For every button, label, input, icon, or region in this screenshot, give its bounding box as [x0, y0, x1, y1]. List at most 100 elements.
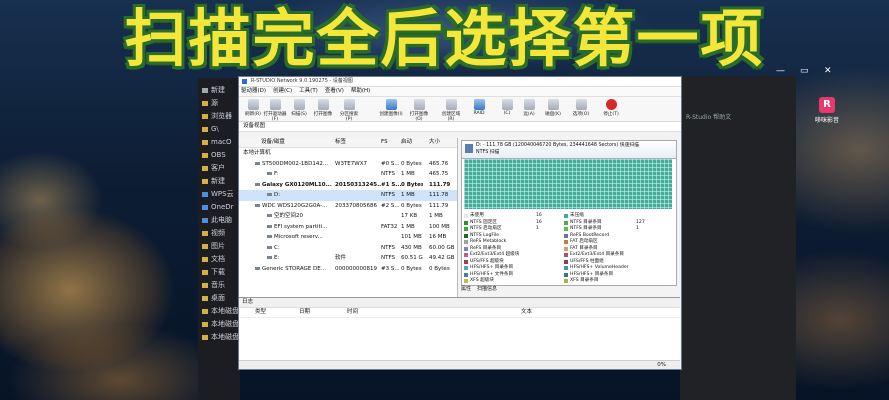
- player-app-icon: R: [819, 97, 835, 113]
- table-cell: #1 S...: [381, 181, 402, 188]
- drive-icon: [267, 224, 272, 228]
- table-row[interactable]: F: NTFS 1 MB 465.75: [239, 169, 457, 180]
- raid-icon: [473, 99, 485, 110]
- open-image-icon: [317, 99, 329, 110]
- desktop-icon-label: 哆咪影音: [814, 117, 839, 124]
- table-cell: NTFS: [381, 192, 396, 198]
- log-column-header[interactable]: 文本: [521, 308, 532, 317]
- column-header[interactable]: 标签: [335, 138, 346, 147]
- table-row[interactable]: 本地计算机: [239, 148, 457, 159]
- toolbar-button[interactable]: 打开图像: [311, 99, 335, 117]
- table-row[interactable]: ST500DM002-1BD142... W3TE7WX7 #0 S... 0 Byt…: [239, 159, 457, 170]
- app-titlebar[interactable]: R-STUDIO Network 9.0.190275 - 设备视图: [239, 77, 681, 87]
- table-cell: NTFS: [381, 171, 396, 177]
- help-window-title: R-Studio 帮助文: [686, 114, 732, 121]
- menu-item[interactable]: 创建(C): [273, 88, 292, 94]
- device-name-cell: WDC WDS120G2G0A-...: [255, 201, 337, 212]
- sidebar-item[interactable]: 浏览器: [198, 110, 240, 123]
- sidebar-item[interactable]: 文档: [198, 253, 240, 266]
- sidebar-item[interactable]: WPS云: [198, 188, 240, 201]
- log-column-header[interactable]: 日期: [299, 308, 310, 317]
- app-title: R-STUDIO Network 9.0.190275 - 设备视图: [251, 78, 353, 84]
- toolbar-button[interactable]: 创建区域(R): [439, 99, 463, 122]
- connect-icon: [501, 99, 513, 110]
- sidebar-item[interactable]: 桌面: [198, 292, 240, 305]
- table-cell: 60.00 GB: [429, 244, 455, 251]
- desktop-icon-player[interactable]: R 哆咪影音: [813, 97, 841, 124]
- menu-item[interactable]: 工具(T): [299, 88, 318, 94]
- sidebar-item[interactable]: G\: [198, 123, 240, 136]
- sidebar-item[interactable]: 本地磁盘: [198, 331, 240, 344]
- toolbar-button[interactable]: 刷新(R): [241, 99, 265, 117]
- toolbar-button[interactable]: 打开驱动器(F): [263, 99, 287, 122]
- sidebar-item[interactable]: 视频: [198, 227, 240, 240]
- toolbar-button[interactable]: 创建图像(I): [379, 99, 403, 117]
- table-row[interactable]: EFI system partiti... FAT32 1 MB 100 MB: [239, 222, 457, 233]
- menu-item[interactable]: 查看(V): [325, 88, 344, 94]
- sidebar-item[interactable]: 下载: [198, 266, 240, 279]
- table-cell: 1 MB: [401, 223, 415, 230]
- table-row[interactable]: D: NTFS 1 MB 111.78: [239, 190, 457, 201]
- sidebar-item[interactable]: 新建: [198, 175, 240, 188]
- table-row[interactable]: C: NTFS 430 MB 60.00 GB: [239, 243, 457, 254]
- folder-icon: [202, 100, 208, 106]
- disk-sector-map[interactable]: [464, 159, 672, 209]
- column-header[interactable]: 大小: [429, 138, 440, 147]
- folder-icon: [202, 243, 208, 249]
- legend-row: XFS 超级块 XFS 目录条目: [464, 278, 674, 285]
- help-window[interactable]: R-Studio 帮助文: [680, 76, 796, 400]
- table-cell: 430 MB: [401, 244, 422, 251]
- toolbar-button[interactable]: 磁盘(K): [541, 99, 565, 117]
- table-cell: #3 S...: [381, 265, 400, 272]
- column-header[interactable]: 启动: [401, 138, 412, 147]
- folder-icon: [202, 113, 208, 119]
- toolbar-button[interactable]: 远(A): [517, 99, 541, 117]
- open-drive-icon: [269, 99, 281, 110]
- toolbar-button[interactable]: 打开图像(O): [407, 99, 431, 122]
- table-cell: 0 Bytes: [401, 202, 422, 209]
- folder-icon: [202, 256, 208, 262]
- menu-item[interactable]: 帮助(H): [351, 88, 370, 94]
- device-name-cell: Galaxy GX0120ML10...: [255, 180, 337, 191]
- table-row[interactable]: E:软件 NTFS 60.51 GB 49.42 GB: [239, 253, 457, 264]
- sidebar-item[interactable]: OBS: [198, 149, 240, 162]
- sidebar-item[interactable]: OneDr: [198, 201, 240, 214]
- toolbar-button[interactable]: (C): [495, 99, 519, 116]
- table-row[interactable]: Galaxy GX0120ML10... 20150313245... #1 S..…: [239, 180, 457, 191]
- table-row[interactable]: 空的空间20 17 KB 1 MB: [239, 211, 457, 222]
- table-row[interactable]: WDC WDS120G2G0A-... 203370805686 #2 S... 0 …: [239, 201, 457, 212]
- toolbar-button[interactable]: 选项(O): [569, 99, 593, 117]
- toolbar-button[interactable]: RAID: [467, 99, 491, 116]
- drive-icon: [267, 235, 272, 238]
- toolbar-button[interactable]: 停止(T): [599, 99, 623, 117]
- table-row[interactable]: Microsoft reserv... 101 MB 16 MB: [239, 232, 457, 243]
- toolbar-button[interactable]: 分区搜索(P): [337, 99, 361, 122]
- sidebar-item[interactable]: 源: [198, 97, 240, 110]
- sidebar-item[interactable]: 客户: [198, 162, 240, 175]
- sidebar-item[interactable]: 此电脑: [198, 214, 240, 227]
- sidebar-item[interactable]: 音乐: [198, 279, 240, 292]
- legend-label: XFS 超级块: [470, 278, 494, 283]
- folder-icon: [202, 191, 208, 197]
- tab[interactable]: 属性: [461, 286, 471, 292]
- sidebar-new-button[interactable]: 新建: [198, 84, 240, 97]
- sidebar-item[interactable]: 图片: [198, 240, 240, 253]
- disk-header-line2: NTFS 扫描: [476, 150, 500, 155]
- tab[interactable]: 扫描信息: [477, 286, 497, 292]
- table-row[interactable]: Generic STORAGE DE... 000000000819 #3 S...…: [239, 264, 457, 275]
- legend-swatch: [564, 240, 568, 244]
- sidebar-item[interactable]: macO: [198, 136, 240, 149]
- toolbar-button[interactable]: 扫描(S): [287, 99, 311, 117]
- log-column-header[interactable]: 类型: [255, 308, 266, 317]
- table-cell: 465.76: [429, 160, 449, 167]
- device-tree: 设备/磁盘 标签 FS 启动 大小 本地计算机 ST500DM002-1BD142... W…: [239, 138, 458, 298]
- sidebar-item[interactable]: 本地磁盘 (D:): [198, 318, 240, 331]
- column-header[interactable]: FS: [381, 138, 388, 147]
- drive-icon: [255, 266, 260, 270]
- column-header[interactable]: 设备/磁盘: [261, 138, 285, 147]
- menu-item[interactable]: 驱动器(D): [241, 88, 266, 94]
- device-name-cell: EFI system partiti...: [267, 222, 337, 233]
- log-column-header[interactable]: 时间: [347, 308, 358, 317]
- sidebar-item[interactable]: 本地磁盘 (C:): [198, 305, 240, 318]
- device-view-tab[interactable]: 设备视图: [239, 122, 681, 132]
